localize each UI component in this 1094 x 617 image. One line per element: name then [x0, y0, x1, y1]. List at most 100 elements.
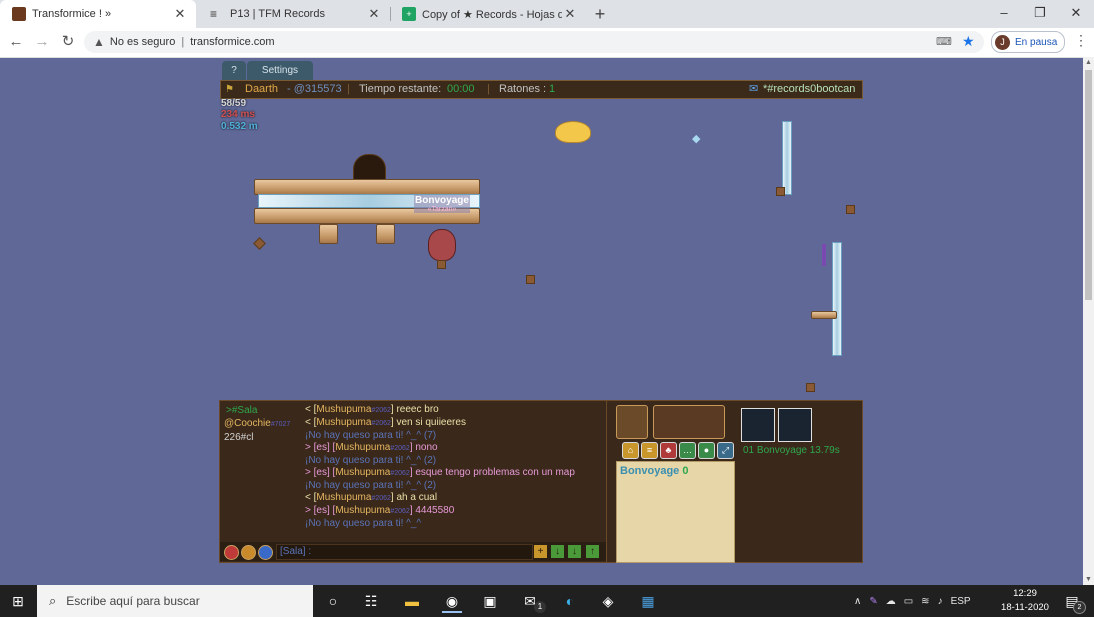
flag-icon: ⚑ — [225, 84, 234, 95]
tab-transformice[interactable]: Transformice ! » ✕ — [0, 0, 196, 28]
star-icon[interactable] — [258, 545, 273, 560]
chat-author-tag: #2062 — [390, 470, 410, 477]
badge-icon[interactable] — [741, 408, 775, 442]
player-nametag: Bonvoyage «Tarzan» — [414, 195, 470, 213]
player-tag: - @315573 — [287, 83, 342, 95]
chat-channel-list: >#Sala @Coochie#7027 226#cl — [220, 401, 305, 541]
heart-icon[interactable] — [224, 545, 239, 560]
chat-author-tag: #2062 — [371, 495, 391, 502]
scoreboard-entry[interactable]: Bonvoyage 0 — [617, 462, 734, 477]
discord-icon[interactable]: ● — [698, 442, 715, 459]
scroll-thumb[interactable] — [1085, 70, 1092, 300]
windows-start-icon[interactable]: ⊞ — [8, 591, 28, 611]
help-tab[interactable]: ? — [222, 61, 246, 81]
chat-author[interactable]: Mushupuma — [316, 492, 371, 503]
new-tab-button[interactable]: + — [590, 4, 610, 24]
shield-icon[interactable] — [241, 545, 256, 560]
best-time: 01 Bonvoyage 13.79s — [743, 445, 840, 456]
chat-author-tag: #2062 — [371, 407, 391, 414]
tab-sheets-records[interactable]: + Copy of ★ Records - Hojas de cá ✕ — [390, 0, 586, 28]
channel-sala[interactable]: >#Sala — [220, 404, 305, 417]
chat-direction: < — [305, 417, 311, 428]
task-view-icon[interactable]: ☷ — [361, 591, 381, 611]
chat-author[interactable]: Mushupuma — [335, 442, 390, 453]
photo-app-icon[interactable]: ▦ — [638, 591, 658, 611]
chat-message: nono — [415, 442, 438, 453]
mouse-avatar-icon[interactable] — [616, 405, 648, 439]
scoreboard: Bonvoyage 0 — [616, 461, 735, 563]
scoreboard-player: Bonvoyage — [620, 465, 680, 477]
warning-icon: ▲ — [93, 35, 105, 49]
shop-icon[interactable]: ⌂ — [622, 442, 639, 459]
search-placeholder: Escribe aquí para buscar — [66, 594, 200, 608]
address-bar[interactable]: ▲ No es seguro | transformice.com — [84, 31, 984, 53]
chat-direction: < — [305, 492, 311, 503]
url-text: transformice.com — [190, 36, 275, 48]
chat-author[interactable]: Mushupuma — [316, 417, 371, 428]
channel-coochie[interactable]: @Coochie#7027 — [220, 417, 305, 431]
clock-time: 12:29 — [1013, 588, 1037, 599]
system-line: ¡No hay queso para ti! ^_^ — [305, 518, 422, 529]
language-indicator[interactable]: ESP — [951, 596, 971, 607]
system-line: ¡No hay queso para ti! ^_^ (7) — [305, 430, 437, 441]
minimize-button[interactable]: – — [986, 0, 1022, 28]
bookmark-star-icon[interactable]: ★ — [962, 33, 975, 50]
file-explorer-icon[interactable]: ▬ — [402, 591, 422, 611]
chat-author[interactable]: Mushupuma — [316, 404, 371, 415]
back-button[interactable]: ← — [6, 32, 26, 52]
chat-author[interactable]: Mushupuma — [335, 505, 390, 516]
page-scrollbar[interactable]: ▲ ▼ — [1083, 57, 1094, 585]
translate-icon[interactable]: ⌨ — [936, 35, 952, 48]
close-tab-icon[interactable]: ✕ — [366, 6, 382, 22]
forward-button[interactable]: → — [32, 32, 52, 52]
chat-message: esque tengo problemas con un map — [415, 467, 575, 478]
taskbar-search[interactable]: ⌕ Escribe aquí para buscar — [37, 585, 313, 617]
close-tab-icon[interactable]: ✕ — [172, 6, 188, 22]
chat-author[interactable]: Mushupuma — [335, 467, 390, 478]
pen-icon[interactable]: ✎ — [869, 596, 877, 607]
show-hidden-icons[interactable]: ∧ — [854, 596, 861, 607]
player-nametag-title: «Tarzan» — [427, 206, 457, 213]
edge-icon[interactable]: ◐ — [560, 591, 580, 611]
battery-icon[interactable]: ▭ — [904, 596, 913, 607]
close-window-button[interactable]: ✕ — [1058, 0, 1094, 28]
cortana-icon[interactable]: ○ — [323, 591, 343, 611]
memory-counter: 0.532 m — [221, 121, 258, 132]
scroll-up-icon[interactable]: ▲ — [1085, 59, 1092, 66]
browser-tab-strip: Transformice ! » ✕ ≡ P13 | TFM Records ✕… — [0, 0, 1094, 28]
tab-tfm-records[interactable]: ≡ P13 | TFM Records ✕ — [198, 0, 390, 28]
close-tab-icon[interactable]: ✕ — [562, 6, 578, 22]
profile-button[interactable]: J En pausa — [991, 31, 1065, 53]
mail-icon[interactable]: ✉ — [749, 81, 758, 98]
clock[interactable]: 12:29 18-11-2020 — [998, 587, 1052, 615]
fullscreen-icon[interactable]: ⤢ — [717, 442, 734, 459]
arrow-down-icon[interactable]: ↓ — [568, 545, 581, 558]
app-icon[interactable]: ◈ — [598, 591, 618, 611]
list-icon[interactable]: ≡ — [641, 442, 658, 459]
chat-author-tag: #2062 — [371, 420, 391, 427]
reload-button[interactable]: ↻ — [58, 32, 78, 52]
chat-bubble-icon[interactable]: … — [679, 442, 696, 459]
cloud-icon[interactable]: ☁ — [886, 596, 896, 607]
chat-line: < [Mushupuma#2062] ah a cual — [305, 492, 438, 503]
channel-cl[interactable]: 226#cl — [220, 431, 305, 444]
inventory-items[interactable] — [653, 405, 725, 439]
player-name[interactable]: Daarth — [245, 81, 278, 98]
settings-tab[interactable]: Settings — [247, 61, 313, 81]
arrow-up-icon[interactable]: ↑ — [586, 545, 599, 558]
wood-plank — [811, 311, 837, 319]
ice-pillar — [782, 121, 792, 195]
shaman-feather-icon[interactable] — [778, 408, 812, 442]
arrow-down-icon[interactable]: ↓ — [551, 545, 564, 558]
scroll-down-icon[interactable]: ▼ — [1085, 576, 1092, 583]
mice-value: 1 — [549, 83, 556, 95]
chat-input[interactable]: [Sala] : — [276, 544, 533, 560]
tribe-icon[interactable]: ♣ — [660, 442, 677, 459]
wifi-icon[interactable]: ≋ — [921, 596, 929, 607]
restore-button[interactable]: ❐ — [1022, 0, 1058, 28]
menu-icon[interactable]: ⋮ — [1074, 32, 1088, 49]
chrome-icon[interactable]: ◉ — [442, 591, 462, 613]
expand-icon[interactable]: + — [534, 545, 547, 558]
volume-icon[interactable]: ♪ — [938, 596, 943, 607]
store-icon[interactable]: ▣ — [480, 591, 500, 611]
